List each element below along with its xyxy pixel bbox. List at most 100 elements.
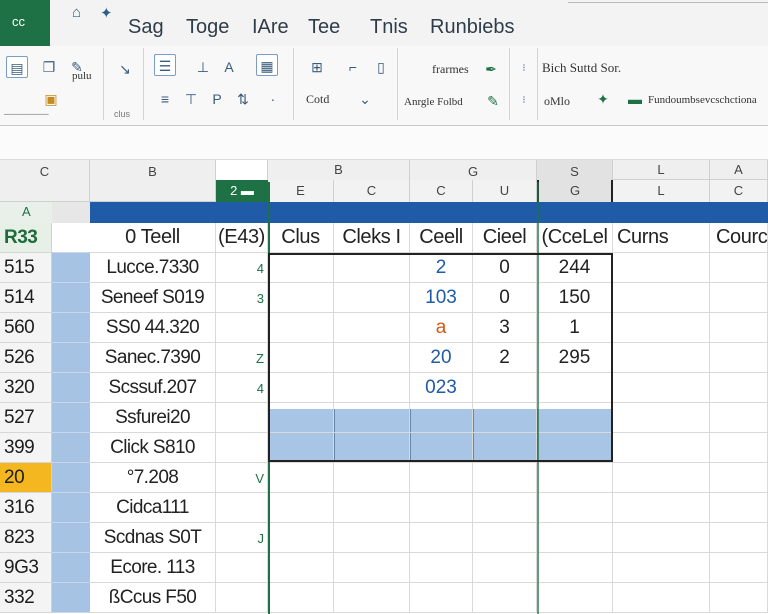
col-header-c3[interactable]: C (710, 180, 768, 202)
cell-name[interactable]: Seneef S019 (90, 283, 216, 313)
col-header-b-top[interactable]: B (90, 160, 216, 202)
cell-empty[interactable] (268, 523, 334, 553)
tab-runbiebs[interactable]: Runbiebs (430, 16, 515, 39)
sort-icon[interactable]: ⇅ (232, 88, 254, 110)
cell-empty[interactable] (710, 433, 768, 463)
app-badge[interactable]: cc (0, 0, 50, 46)
cell-f[interactable]: 150 (537, 283, 613, 313)
cell-empty[interactable] (334, 253, 410, 283)
tab-tee[interactable]: Tee (308, 16, 340, 39)
cell-mark[interactable]: V (216, 463, 268, 493)
row-number[interactable]: 320 (0, 373, 52, 403)
header-cell-c2[interactable]: Clus (268, 223, 334, 253)
row-blue-cell[interactable] (52, 223, 90, 253)
row-number[interactable]: 399 (0, 433, 52, 463)
header-cell-c6[interactable]: (CceLel (537, 223, 613, 253)
cell-empty[interactable] (268, 313, 334, 343)
angle-fold-label[interactable]: Anrgle Folbd (404, 96, 463, 108)
magic-wand-icon[interactable]: ✦ (592, 88, 614, 110)
cell-d[interactable]: 20 (410, 343, 473, 373)
arrow-icon[interactable]: ↘ (114, 58, 136, 80)
cell-d[interactable] (410, 493, 473, 523)
chevron-down-icon[interactable]: ⌄ (354, 88, 376, 110)
brush-icon[interactable]: ✎ (482, 90, 504, 112)
table-icon[interactable]: ▬ (624, 88, 646, 110)
dots-icon[interactable]: ⁝ (513, 58, 535, 80)
cell-empty[interactable] (268, 253, 334, 283)
row-blue-cell[interactable] (52, 523, 90, 553)
cell-name[interactable]: SS0 44.320 (90, 313, 216, 343)
row-number[interactable]: 316 (0, 493, 52, 523)
cell-mark[interactable] (216, 493, 268, 523)
cell-name[interactable]: Ssfurei20 (90, 403, 216, 433)
cell-f[interactable]: 1 (537, 313, 613, 343)
cell-empty[interactable] (613, 283, 710, 313)
cell-e[interactable]: 0 (473, 283, 537, 313)
indent-icon[interactable]: ⊤ (180, 88, 202, 110)
cell-empty[interactable] (334, 493, 410, 523)
cell-name[interactable]: °7.208 (90, 463, 216, 493)
cell-d[interactable]: 023 (410, 373, 473, 403)
col-header-a[interactable]: A (710, 160, 768, 180)
cell-mark[interactable] (216, 433, 268, 463)
cell-name[interactable]: Scdnas S0T (90, 523, 216, 553)
cell-f[interactable] (537, 433, 613, 463)
cell-mark[interactable]: 4 (216, 253, 268, 283)
cell-name[interactable]: Ecore. 113 (90, 553, 216, 583)
quick-access-icon[interactable]: ⌂ (72, 4, 81, 21)
cell-empty[interactable] (334, 433, 410, 463)
column-icon[interactable]: ▯ (370, 56, 392, 78)
cell-d[interactable] (410, 583, 473, 613)
tab-iare[interactable]: IAre (252, 16, 289, 39)
cell-mark[interactable]: J (216, 523, 268, 553)
row-number[interactable]: 20 (0, 463, 52, 493)
header-cell-c4[interactable]: Ceell (410, 223, 473, 253)
cell-empty[interactable] (334, 373, 410, 403)
list-icon[interactable]: ☰ (154, 54, 176, 76)
cell-empty[interactable] (613, 583, 710, 613)
cell-empty[interactable] (268, 373, 334, 403)
cell-e[interactable]: 0 (473, 253, 537, 283)
header-cell-c1[interactable]: (E43) (216, 223, 268, 253)
cell-name[interactable]: Scssuf.207 (90, 373, 216, 403)
row-blue-cell[interactable] (52, 403, 90, 433)
cell-empty[interactable] (613, 523, 710, 553)
cell-d[interactable] (410, 523, 473, 553)
row-number[interactable]: 823 (0, 523, 52, 553)
header-cell-c3[interactable]: Cleks I (334, 223, 410, 253)
cell-empty[interactable] (613, 403, 710, 433)
cell-empty[interactable] (710, 313, 768, 343)
fundoumbs-label[interactable]: Fundoumbsevcschctiona (648, 94, 757, 106)
col-header-c2[interactable]: C (410, 180, 473, 202)
cell-e[interactable] (473, 553, 537, 583)
tab-tnis[interactable]: Tnis (370, 16, 408, 39)
cell-mark[interactable] (216, 583, 268, 613)
cell-name[interactable]: Cidca111 (90, 493, 216, 523)
cell-empty[interactable] (268, 343, 334, 373)
cell-mark[interactable] (216, 403, 268, 433)
cell-mark[interactable]: Z (216, 343, 268, 373)
cell-d[interactable]: 2 (410, 253, 473, 283)
cell-empty[interactable] (613, 343, 710, 373)
row-number[interactable]: 515 (0, 253, 52, 283)
row-number[interactable]: 332 (0, 583, 52, 613)
cell-empty[interactable] (268, 463, 334, 493)
tab-toge[interactable]: Toge (186, 16, 229, 39)
cell-d[interactable] (410, 403, 473, 433)
ribbon-item-cotd[interactable]: Cotd (306, 92, 329, 107)
cell-f[interactable]: 244 (537, 253, 613, 283)
cell-mark[interactable] (216, 553, 268, 583)
underline-icon[interactable]: ⊥ (192, 56, 214, 78)
cell-empty[interactable] (710, 493, 768, 523)
wrap-icon[interactable]: ⌐ (342, 56, 364, 78)
cell-f[interactable] (537, 463, 613, 493)
header-cell-c8[interactable]: Courc (710, 223, 768, 253)
cell-name[interactable]: Sanec.7390 (90, 343, 216, 373)
row-blue-cell[interactable] (52, 343, 90, 373)
row-blue-cell[interactable] (52, 283, 90, 313)
row-number[interactable]: 514 (0, 283, 52, 313)
cell-empty[interactable] (334, 343, 410, 373)
cell-e[interactable] (473, 463, 537, 493)
cell-empty[interactable] (710, 343, 768, 373)
cell-e[interactable] (473, 493, 537, 523)
